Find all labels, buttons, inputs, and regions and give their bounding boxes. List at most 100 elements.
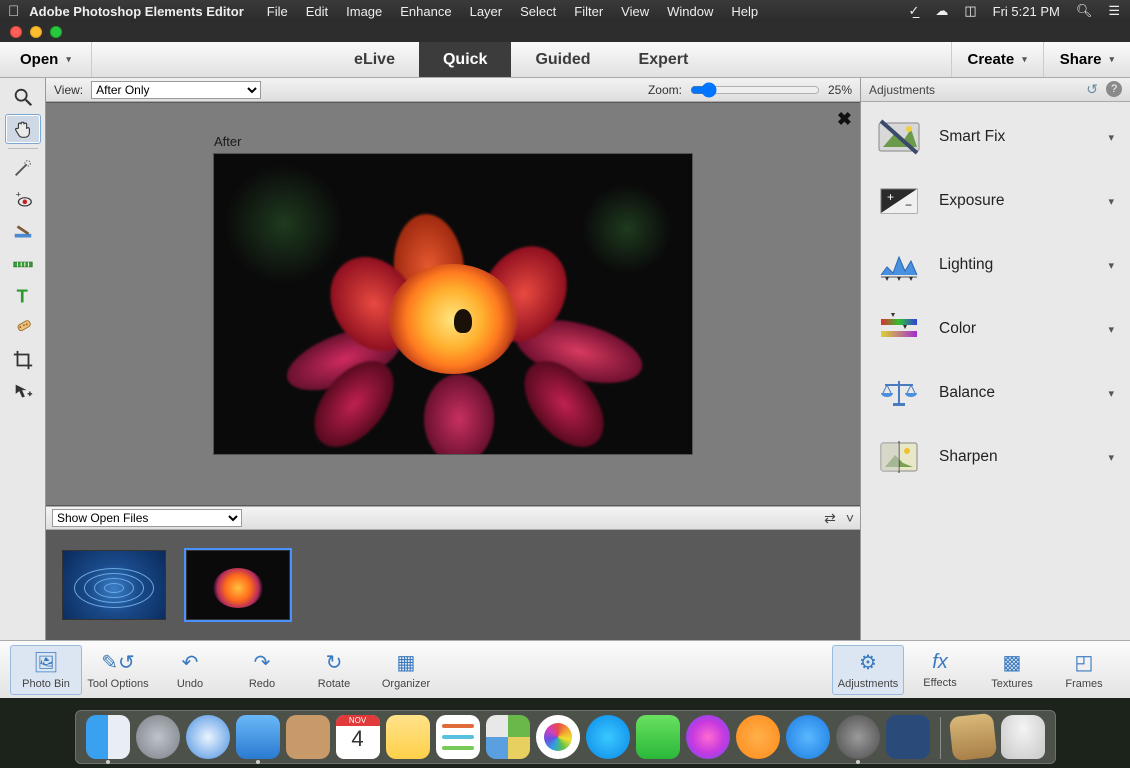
redeye-tool[interactable]: + <box>5 185 41 215</box>
dock-messages[interactable] <box>586 715 630 759</box>
canvas-view-label: After <box>214 134 241 149</box>
healing-brush-tool[interactable] <box>5 313 41 343</box>
effects-tab-button[interactable]: fxEffects <box>904 645 976 695</box>
dock-appstore[interactable] <box>786 715 830 759</box>
document-canvas[interactable] <box>214 154 692 454</box>
textures-tab-button[interactable]: ▩Textures <box>976 645 1048 695</box>
open-menu-button[interactable]: Open ▾ <box>0 42 92 77</box>
adj-color[interactable]: Color ▾ <box>871 304 1120 354</box>
apple-menu[interactable]:  <box>8 3 29 20</box>
menu-edit[interactable]: Edit <box>297 4 337 19</box>
zoom-slider[interactable] <box>690 82 820 98</box>
organizer-button[interactable]: ▦Organizer <box>370 645 442 695</box>
menu-file[interactable]: File <box>258 4 297 19</box>
menu-window[interactable]: Window <box>658 4 722 19</box>
share-menu-button[interactable]: Share ▾ <box>1043 42 1130 77</box>
menu-layer[interactable]: Layer <box>461 4 512 19</box>
dock-finder[interactable] <box>86 715 130 759</box>
zoom-tool[interactable] <box>5 82 41 112</box>
chevron-down-icon: ▾ <box>1108 387 1114 400</box>
close-document-button[interactable]: ✖ <box>837 109 852 130</box>
cc-icon[interactable]: ☁ <box>933 3 950 19</box>
notification-center-icon[interactable]: ☰ <box>1106 3 1122 19</box>
hand-tool[interactable] <box>5 114 41 144</box>
share-label: Share <box>1060 51 1102 68</box>
menu-select[interactable]: Select <box>511 4 565 19</box>
bottom-toolbar: 🖼︎Photo Bin ✎↺Tool Options ↶Undo ↷Redo ↻… <box>0 640 1130 698</box>
photo-bin <box>46 530 860 640</box>
view-zoom-bar: View: After Only Zoom: 25% <box>46 78 860 102</box>
menu-enhance[interactable]: Enhance <box>391 4 460 19</box>
dock-calendar[interactable]: NOV 4 <box>336 715 380 759</box>
exposure-icon: +− <box>877 182 921 220</box>
menu-image[interactable]: Image <box>337 4 391 19</box>
adjustments-panel-title: Adjustments <box>869 83 935 97</box>
macos-dock-region: NOV 4 <box>0 698 1130 768</box>
rotate-button[interactable]: ↻Rotate <box>298 645 370 695</box>
displays-icon[interactable]: ◫ <box>962 3 978 19</box>
window-titlebar <box>0 22 1130 42</box>
dock-mail[interactable] <box>236 715 280 759</box>
photobin-thumb-2[interactable] <box>186 550 290 620</box>
menu-help[interactable]: Help <box>722 4 767 19</box>
window-minimize-button[interactable] <box>30 26 42 38</box>
type-tool[interactable]: T <box>5 281 41 311</box>
adj-sharpen[interactable]: Sharpen ▾ <box>871 432 1120 482</box>
dock-photos[interactable] <box>536 715 580 759</box>
window-close-button[interactable] <box>10 26 22 38</box>
adj-lighting[interactable]: Lighting ▾ <box>871 240 1120 290</box>
photobin-thumb-1[interactable] <box>62 550 166 620</box>
sharpen-icon <box>877 438 921 476</box>
dock-contacts[interactable] <box>286 715 330 759</box>
open-files-select[interactable]: Show Open Files <box>52 509 242 527</box>
undo-button[interactable]: ↶Undo <box>154 645 226 695</box>
dock-safari[interactable] <box>186 715 230 759</box>
adj-balance[interactable]: Balance ▾ <box>871 368 1120 418</box>
ink-icon[interactable]: ✓̲ <box>906 3 921 19</box>
dock-maps[interactable] <box>486 715 530 759</box>
dock-reminders[interactable] <box>436 715 480 759</box>
menu-filter[interactable]: Filter <box>565 4 612 19</box>
tool-options-button[interactable]: ✎↺Tool Options <box>82 645 154 695</box>
frames-tab-button[interactable]: ◰Frames <box>1048 645 1120 695</box>
sliders-icon: ⚙︎ <box>859 650 877 675</box>
dock-itunes[interactable] <box>686 715 730 759</box>
sort-icon[interactable]: ⇄ <box>824 510 836 527</box>
clock[interactable]: Fri 5:21 PM <box>991 4 1062 19</box>
view-mode-select[interactable]: After Only <box>91 81 261 99</box>
create-menu-button[interactable]: Create ▾ <box>951 42 1043 77</box>
create-label: Create <box>968 51 1015 68</box>
straighten-tool[interactable] <box>5 249 41 279</box>
reset-icon[interactable]: ↺ <box>1086 81 1098 98</box>
adjustments-tab-button[interactable]: ⚙︎Adjustments <box>832 645 904 695</box>
mode-tab-quick[interactable]: Quick <box>419 42 511 77</box>
dock-pse-organizer[interactable] <box>886 715 930 759</box>
dock-trash[interactable] <box>1001 715 1045 759</box>
move-tool[interactable] <box>5 377 41 407</box>
dock-ibooks[interactable] <box>736 715 780 759</box>
dock-launchpad[interactable] <box>136 715 180 759</box>
help-icon[interactable]: ? <box>1106 81 1122 97</box>
mode-tab-expert[interactable]: Expert <box>615 42 713 77</box>
dock-system-preferences[interactable] <box>836 715 880 759</box>
zoom-label: Zoom: <box>648 83 682 97</box>
app-name[interactable]: Adobe Photoshop Elements Editor <box>29 4 258 19</box>
dock-recent-doc[interactable] <box>948 713 996 761</box>
adj-exposure[interactable]: +− Exposure ▾ <box>871 176 1120 226</box>
mode-tab-guided[interactable]: Guided <box>511 42 614 77</box>
menu-view[interactable]: View <box>612 4 658 19</box>
dock-notes[interactable] <box>386 715 430 759</box>
window-zoom-button[interactable] <box>50 26 62 38</box>
photo-bin-button[interactable]: 🖼︎Photo Bin <box>10 645 82 695</box>
quick-selection-tool[interactable] <box>5 153 41 183</box>
dock-facetime[interactable] <box>636 715 680 759</box>
zoom-value: 25% <box>828 83 852 97</box>
mode-tab-elive[interactable]: eLive <box>330 42 419 77</box>
crop-tool[interactable] <box>5 345 41 375</box>
spotlight-icon[interactable]: 🔍︎ <box>1074 3 1095 19</box>
chevron-down-icon: ▾ <box>1108 259 1114 272</box>
whiten-teeth-tool[interactable] <box>5 217 41 247</box>
adj-smart-fix[interactable]: Smart Fix ▾ <box>871 112 1120 162</box>
redo-button[interactable]: ↷Redo <box>226 645 298 695</box>
chevron-down-icon[interactable]: ˅ <box>846 510 854 527</box>
